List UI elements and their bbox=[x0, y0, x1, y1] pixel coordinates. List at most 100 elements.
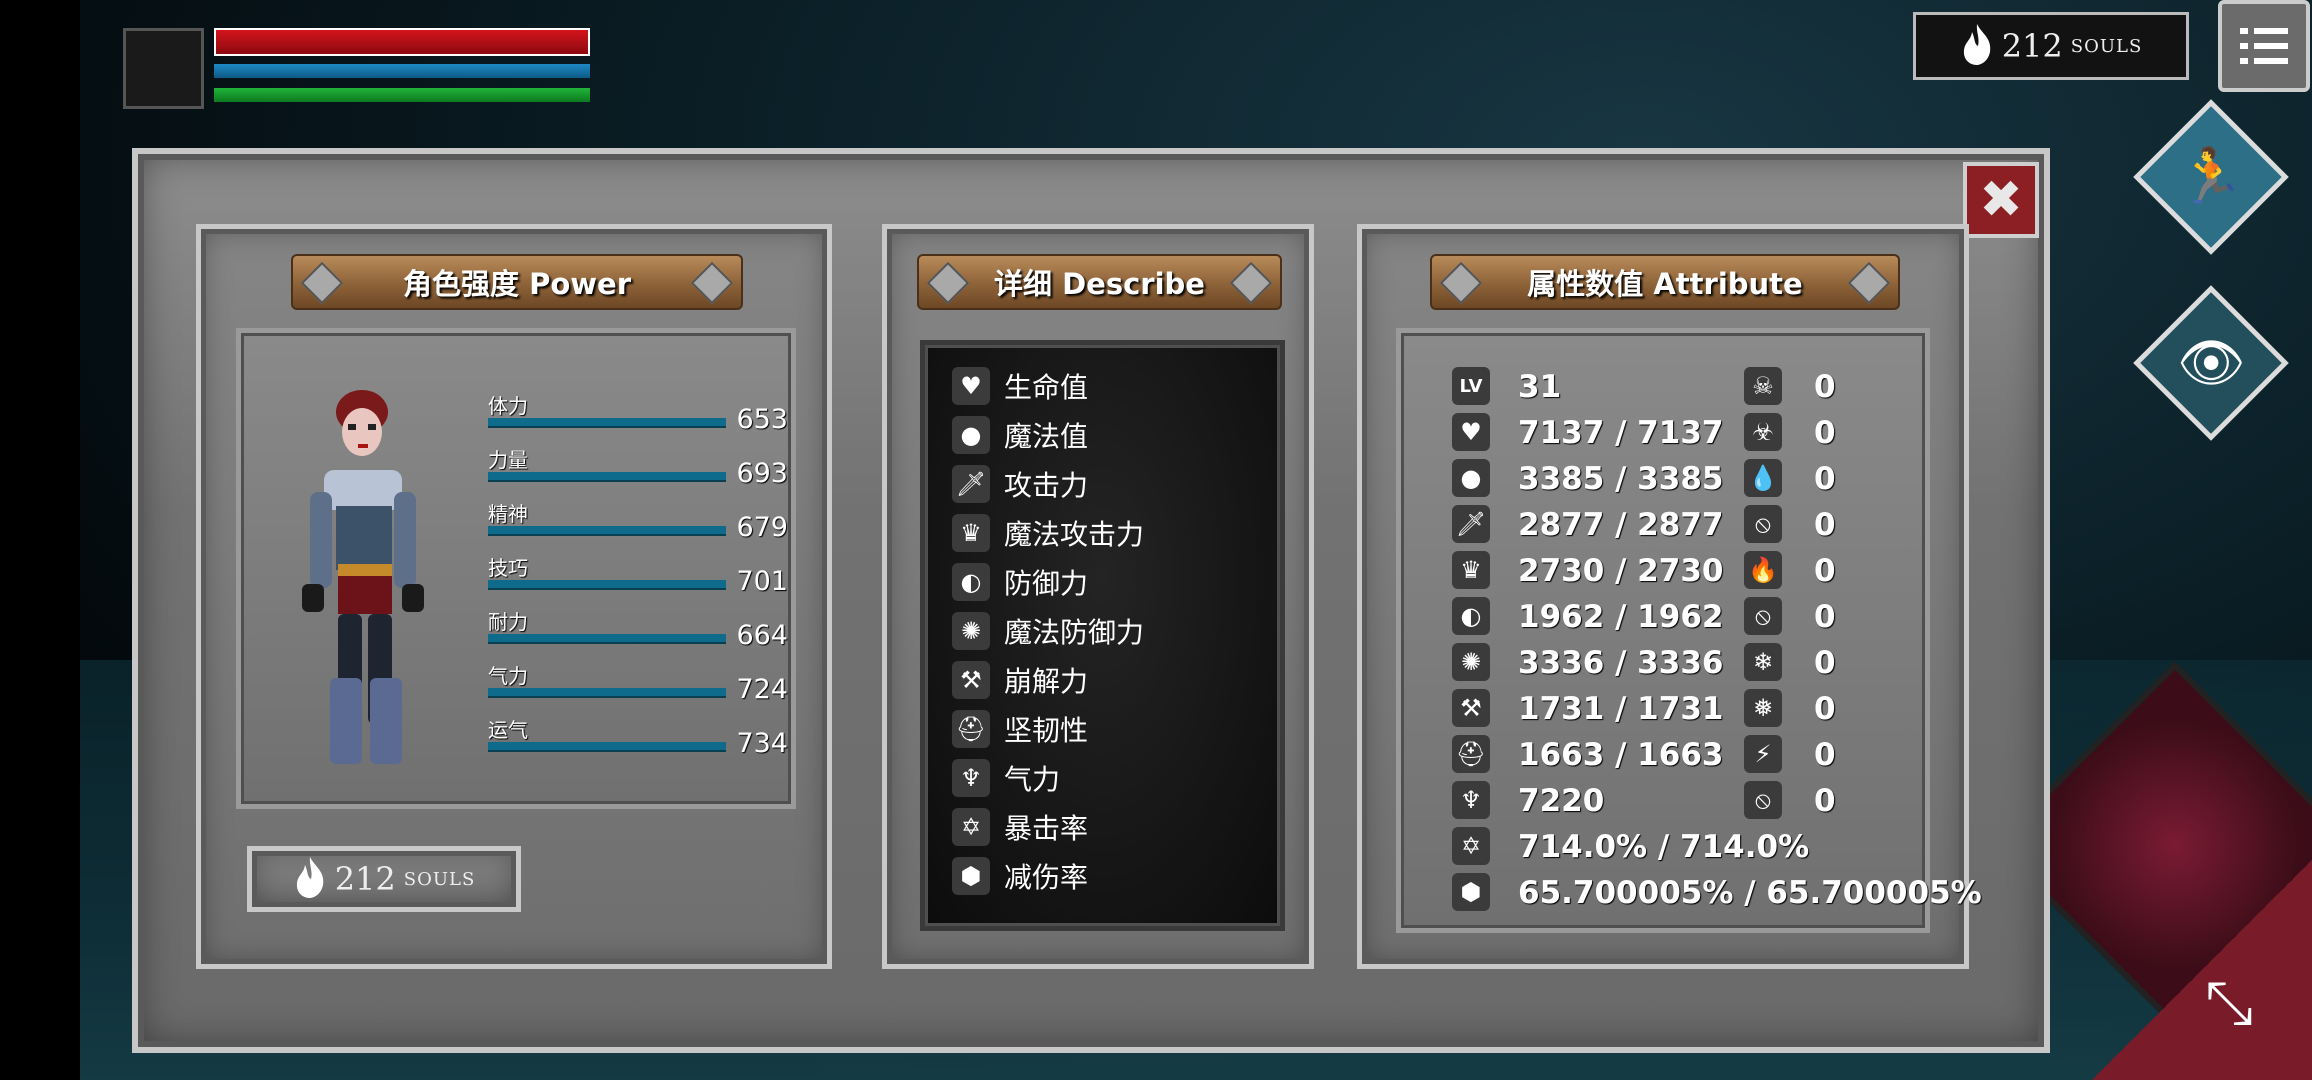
stat-bar bbox=[488, 742, 726, 752]
helmet-icon: ⛑ bbox=[1452, 735, 1490, 773]
head-icon: ● bbox=[1452, 459, 1490, 497]
describe-item: ✺ 魔法防御力 bbox=[952, 609, 1144, 653]
souls-counter-top: 212 SOULS bbox=[1913, 12, 2189, 80]
stat-bar bbox=[488, 634, 726, 644]
star-icon: ✡ bbox=[952, 808, 990, 846]
burn-icon: ⦸ bbox=[1744, 597, 1782, 635]
stat-bar bbox=[488, 418, 726, 428]
flame-icon bbox=[1960, 22, 1994, 70]
describe-item: ✡ 暴击率 bbox=[952, 805, 1088, 849]
stat-row: 耐力 664 bbox=[488, 606, 788, 658]
flame-icon bbox=[293, 855, 327, 903]
souls-unit: SOULS bbox=[2070, 35, 2143, 57]
attribute-title-plank: 属性数值 Attribute bbox=[1430, 254, 1900, 310]
sword-icon: 🗡 bbox=[952, 465, 990, 503]
expand-icon[interactable]: ⤡ bbox=[2205, 968, 2253, 1038]
shield-icon: ◐ bbox=[1452, 597, 1490, 635]
poison-skull-icon: ☣ bbox=[1744, 413, 1782, 451]
stat-bar bbox=[488, 472, 726, 482]
stat-label: 精神 bbox=[488, 502, 528, 526]
magic-shield-icon: ✺ bbox=[1452, 643, 1490, 681]
eye-icon: 👁 bbox=[2176, 331, 2246, 394]
running-man-icon: 🏃 bbox=[2177, 145, 2245, 208]
mana-bar bbox=[214, 64, 590, 78]
break-icon: ⚒ bbox=[952, 661, 990, 699]
list-icon bbox=[2240, 28, 2288, 64]
break-icon: ⚒ bbox=[1452, 689, 1490, 727]
helmet-icon: ⛑ bbox=[952, 710, 990, 748]
describe-item: ● 魔法值 bbox=[952, 413, 1088, 457]
blood-drop-icon: 💧 bbox=[1744, 459, 1782, 497]
stat-value: 734 bbox=[736, 728, 788, 759]
health-bar bbox=[214, 28, 590, 56]
stat-row: 运气 734 bbox=[488, 714, 788, 766]
stat-value: 653 bbox=[736, 404, 788, 435]
stat-row: 力量 693 bbox=[488, 444, 788, 496]
stat-bar bbox=[488, 526, 726, 536]
souls-value: 212 bbox=[334, 860, 396, 898]
head-icon: ● bbox=[952, 416, 990, 454]
souls-counter-panel: 212 SOULS bbox=[247, 846, 521, 912]
describe-title-plank: 详细 Describe bbox=[917, 254, 1282, 310]
heart-icon: ♥ bbox=[952, 367, 990, 405]
stat-label: 运气 bbox=[488, 718, 528, 742]
describe-item: 🗡 攻击力 bbox=[952, 462, 1088, 506]
stamina-bar bbox=[214, 88, 590, 102]
magic-book-icon: ♛ bbox=[1452, 551, 1490, 589]
stat-value: 724 bbox=[736, 674, 788, 705]
describe-item: ◐ 防御力 bbox=[952, 560, 1088, 604]
souls-unit: SOULS bbox=[403, 868, 476, 890]
character-model bbox=[302, 390, 424, 764]
shock-icon: ⦸ bbox=[1744, 781, 1782, 819]
stat-row: 技巧 701 bbox=[488, 552, 788, 604]
attribute-title: 属性数值 Attribute bbox=[1527, 267, 1803, 301]
stat-label: 技巧 bbox=[488, 556, 528, 580]
power-title: 角色强度 Power bbox=[402, 267, 632, 301]
lightning-icon: ⚡ bbox=[1744, 735, 1782, 773]
stat-row: 气力 724 bbox=[488, 660, 788, 712]
describe-item: ♥ 生命值 bbox=[952, 364, 1088, 408]
stat-label: 气力 bbox=[488, 664, 528, 688]
close-button[interactable]: ✖ bbox=[1963, 162, 2039, 238]
heart-icon: ♥ bbox=[1452, 413, 1490, 451]
menu-button[interactable] bbox=[2218, 0, 2310, 92]
describe-item: ⛑ 坚韧性 bbox=[952, 707, 1088, 751]
sword-icon: 🗡 bbox=[1452, 505, 1490, 543]
corner-decoration bbox=[2092, 860, 2312, 1080]
fire-icon: 🔥 bbox=[1744, 551, 1782, 589]
stat-value: 679 bbox=[736, 512, 788, 543]
player-portrait[interactable] bbox=[123, 28, 204, 109]
power-title-plank: 角色强度 Power bbox=[291, 254, 743, 310]
souls-value: 212 bbox=[2001, 27, 2063, 65]
magic-shield-icon: ✺ bbox=[952, 612, 990, 650]
stat-label: 力量 bbox=[488, 448, 528, 472]
lungs-icon: ♆ bbox=[952, 759, 990, 797]
skull-icon: ☠ bbox=[1744, 367, 1782, 405]
stat-bar bbox=[488, 688, 726, 698]
describe-item: ♆ 气力 bbox=[952, 756, 1060, 800]
bleed-icon: ⦸ bbox=[1744, 505, 1782, 543]
snowflake-icon: ❄ bbox=[1744, 643, 1782, 681]
describe-item: ♛ 魔法攻击力 bbox=[952, 511, 1144, 555]
badge-icon: ⬢ bbox=[952, 857, 990, 895]
star-icon: ✡ bbox=[1452, 827, 1490, 865]
lungs-icon: ♆ bbox=[1452, 781, 1490, 819]
describe-item: ⬢ 减伤率 bbox=[952, 854, 1088, 898]
stat-label: 体力 bbox=[488, 394, 528, 418]
level-icon: LV bbox=[1452, 367, 1490, 405]
stat-row: 体力 653 bbox=[488, 390, 788, 442]
stat-label: 耐力 bbox=[488, 610, 528, 634]
stat-value: 693 bbox=[736, 458, 788, 489]
frost-icon: ❅ bbox=[1744, 689, 1782, 727]
stat-row: 精神 679 bbox=[488, 498, 788, 550]
left-letterbox bbox=[0, 0, 80, 1080]
magic-book-icon: ♛ bbox=[952, 514, 990, 552]
stat-value: 701 bbox=[736, 566, 788, 597]
stat-value: 664 bbox=[736, 620, 788, 651]
shield-icon: ◐ bbox=[952, 563, 990, 601]
badge-icon: ⬢ bbox=[1452, 873, 1490, 911]
stat-bar bbox=[488, 580, 726, 590]
close-icon: ✖ bbox=[1979, 170, 2023, 230]
describe-item: ⚒ 崩解力 bbox=[952, 658, 1088, 702]
describe-title: 详细 Describe bbox=[994, 267, 1205, 301]
